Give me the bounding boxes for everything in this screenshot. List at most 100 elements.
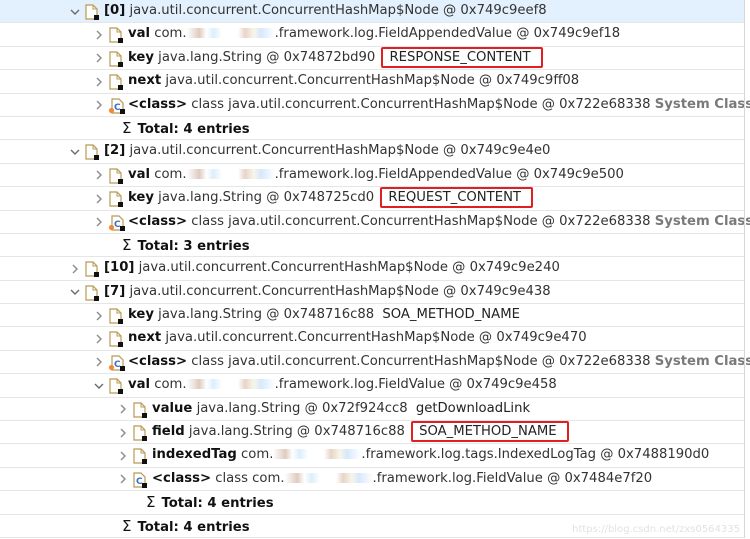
type-address: java.util.concurrent.ConcurrentHashMap$N… <box>165 73 580 89</box>
tree-right-border <box>744 0 745 538</box>
type-address: java.lang.String @ 0x72f924cc8 <box>196 400 408 416</box>
tree-row[interactable]: next java.util.concurrent.ConcurrentHash… <box>0 70 745 94</box>
tree-row[interactable]: indexedTag com. .framework.log.tags.Index… <box>0 444 745 468</box>
tree-row[interactable]: key java.lang.String @ 0x748725cd0 REQUE… <box>0 187 745 211</box>
chevron-right-icon[interactable] <box>68 257 82 279</box>
chevron-down-icon[interactable] <box>68 140 82 162</box>
type-address: java.lang.String @ 0x748716c88 <box>188 424 405 440</box>
chevron-right-icon[interactable] <box>116 444 130 466</box>
tree-row[interactable]: [7] java.util.concurrent.ConcurrentHashM… <box>0 281 745 305</box>
redacted-package <box>284 472 373 483</box>
watermark: https://blog.csdn.net/zxs0564335 <box>572 524 740 535</box>
chevron-right-icon[interactable] <box>116 421 130 443</box>
redacted-package <box>186 168 275 179</box>
total-label: Total: 4 entries <box>137 519 250 535</box>
chevron-right-icon[interactable] <box>116 398 130 420</box>
svg-text:C: C <box>114 360 121 370</box>
object-field-icon <box>108 191 124 208</box>
total-label: Total: 3 entries <box>137 238 250 254</box>
total-row: Σ Total: 3 entries <box>0 234 745 258</box>
tree-row[interactable]: val com. .framework.log.FieldAppendedValu… <box>0 164 745 188</box>
tree-row[interactable]: field java.lang.String @ 0x748716c88 SOA… <box>0 421 745 445</box>
object-field-icon <box>108 331 124 348</box>
tree-row[interactable]: val com. .framework.log.FieldValue @ 0x74… <box>0 374 745 398</box>
tree-row[interactable]: C <class> class com. .framework.log.FieldV… <box>0 468 745 492</box>
type-address: java.util.concurrent.ConcurrentHashMap$N… <box>129 3 547 18</box>
chevron-right-icon[interactable] <box>92 187 106 209</box>
object-field-icon <box>108 378 124 395</box>
chevron-down-icon[interactable] <box>68 281 82 303</box>
type-address: class java.util.concurrent.ConcurrentHas… <box>191 213 651 229</box>
tree-row[interactable]: key java.lang.String @ 0x74872bd90 RESPO… <box>0 46 745 71</box>
type-address: java.lang.String @ 0x74872bd90 <box>158 49 376 65</box>
type-prefix: com. <box>154 166 187 182</box>
field-name: key <box>128 307 154 323</box>
total-row: Σ Total: 4 entries <box>0 491 745 515</box>
class-icon: C <box>108 214 125 231</box>
type-address: java.util.concurrent.ConcurrentHashMap$N… <box>129 283 551 299</box>
tree-row[interactable]: C <class> class java.util.concurrent.Conc… <box>0 211 750 234</box>
object-field-icon <box>108 27 124 44</box>
system-class-label: System Class <box>654 353 750 369</box>
type-address: java.util.concurrent.ConcurrentHashMap$N… <box>129 143 551 159</box>
tree-row[interactable]: [10] java.util.concurrent.ConcurrentHash… <box>0 257 745 281</box>
object-field-icon <box>108 308 124 325</box>
tree-row[interactable]: next java.util.concurrent.ConcurrentHash… <box>0 327 745 351</box>
field-name: [2] <box>104 143 126 159</box>
field-name: [7] <box>104 283 126 299</box>
object-field-icon <box>108 51 124 67</box>
field-name: <class> <box>128 213 188 229</box>
chevron-right-icon[interactable] <box>116 468 130 490</box>
system-class-label: System Class <box>654 213 750 229</box>
type-address: class java.util.concurrent.ConcurrentHas… <box>191 96 651 112</box>
tree-row[interactable]: C <class> class java.util.concurrent.Conc… <box>0 94 750 117</box>
tree-row[interactable]: [2] java.util.concurrent.ConcurrentHashM… <box>0 140 745 164</box>
object-field-icon <box>84 4 100 20</box>
field-name: val <box>128 26 151 42</box>
chevron-right-icon[interactable] <box>92 94 106 116</box>
sigma-icon: Σ <box>122 516 132 535</box>
type-prefix: com. <box>241 447 274 463</box>
total-row: Σ Total: 4 entries <box>0 117 745 141</box>
class-icon: C <box>108 355 125 371</box>
chevron-down-icon[interactable] <box>68 0 82 22</box>
field-name: indexedTag <box>152 447 237 463</box>
chevron-right-icon[interactable] <box>92 23 106 45</box>
object-field-icon <box>132 402 148 418</box>
chevron-right-icon[interactable] <box>92 211 106 233</box>
object-field-icon <box>132 448 148 465</box>
redacted-package <box>273 449 362 460</box>
type-address: class java.util.concurrent.ConcurrentHas… <box>191 353 651 369</box>
chevron-right-icon[interactable] <box>92 351 106 373</box>
field-name: [0] <box>104 3 126 18</box>
system-class-label: System Class <box>654 96 750 112</box>
tree-row[interactable]: key java.lang.String @ 0x748716c88 SOA_M… <box>0 304 745 328</box>
type-address: .framework.log.FieldValue @ 0x7484e7f20 <box>372 470 653 486</box>
class-icon: C <box>108 97 125 114</box>
tree-row[interactable]: val com. .framework.log.FieldAppendedValu… <box>0 23 745 47</box>
chevron-right-icon[interactable] <box>92 164 106 186</box>
object-field-icon <box>132 425 148 442</box>
tree-row[interactable]: value java.lang.String @ 0x72f924cc8 get… <box>0 398 745 422</box>
redacted-package <box>186 379 275 390</box>
object-field-icon <box>108 74 124 91</box>
chevron-right-icon[interactable] <box>92 327 106 349</box>
field-name: <class> <box>128 96 188 112</box>
chevron-right-icon[interactable] <box>92 304 106 326</box>
chevron-down-icon[interactable] <box>92 374 106 396</box>
tree-row[interactable]: C <class> class java.util.concurrent.Conc… <box>0 351 750 375</box>
type-address: .framework.log.FieldAppendedValue @ 0x74… <box>274 26 621 42</box>
field-name: field <box>152 424 185 440</box>
chevron-right-icon[interactable] <box>92 47 106 69</box>
sigma-icon: Σ <box>122 118 132 137</box>
field-name: next <box>128 73 162 89</box>
type-prefix: class com. <box>215 470 285 486</box>
chevron-right-icon[interactable] <box>92 70 106 92</box>
field-name: next <box>128 330 162 346</box>
highlighted-string-value: SOA_METHOD_NAME <box>411 421 569 443</box>
highlighted-string-value: RESPONSE_CONTENT <box>381 46 543 68</box>
total-label: Total: 4 entries <box>161 496 274 512</box>
object-field-icon <box>84 144 100 161</box>
tree-row[interactable]: [0] java.util.concurrent.ConcurrentHashM… <box>0 0 745 24</box>
heap-object-tree: [0] java.util.concurrent.ConcurrentHashM… <box>0 0 750 538</box>
